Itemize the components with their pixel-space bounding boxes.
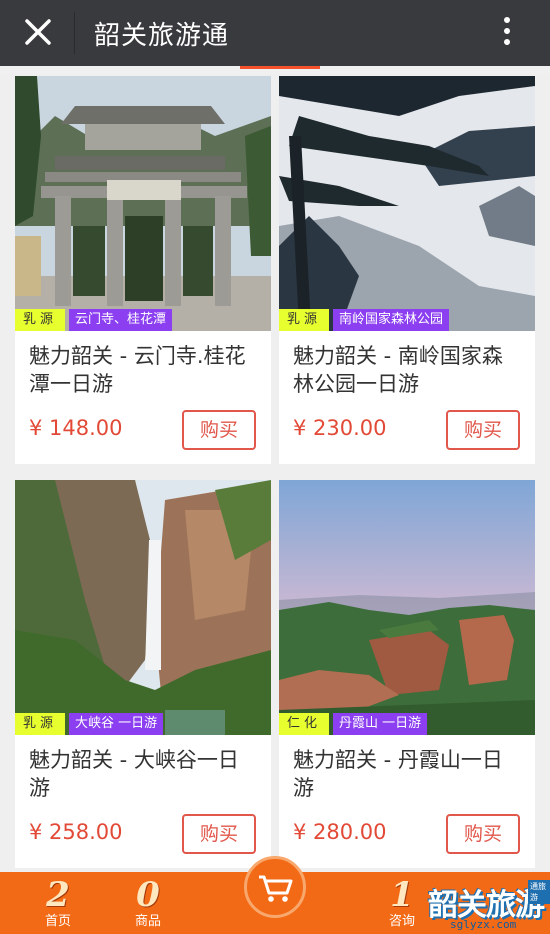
consult-icon: 1 bbox=[390, 875, 414, 915]
nav-products-label: 商品 bbox=[134, 914, 161, 929]
nav-consult[interactable]: 1 咨询 bbox=[372, 872, 432, 934]
product-photo-grand-canyon[interactable]: 乳源 大峡谷 一日游 bbox=[15, 480, 271, 735]
nav-consult-label: 咨询 bbox=[388, 914, 415, 929]
product-photo-danxia-mountain[interactable]: 仁化 丹霞山 一日游 bbox=[279, 480, 535, 735]
product-card[interactable]: 乳源 云门寺、桂花潭 魅力韶关 - 云门寺.桂花潭一日游 ¥ 148.00 购买 bbox=[15, 76, 271, 464]
region-tag: 乳源 bbox=[15, 309, 66, 331]
app-header: 韶关旅游通 bbox=[0, 0, 550, 66]
region-tag: 乳源 bbox=[15, 713, 66, 735]
product-name[interactable]: 魅力韶关 - 丹霞山一日游 bbox=[293, 746, 523, 802]
more-vertical-icon[interactable] bbox=[497, 14, 517, 52]
attraction-tag: 南岭国家森林公园 bbox=[333, 309, 450, 331]
attraction-tag: 云门寺、桂花潭 bbox=[69, 309, 173, 331]
product-card[interactable]: 乳源 南岭国家森林公园 魅力韶关 - 南岭国家森林公园一日游 ¥ 230.00 … bbox=[279, 76, 535, 464]
nav-home-label: 首页 bbox=[44, 914, 71, 929]
buy-button[interactable]: 购买 bbox=[446, 410, 520, 450]
buy-button[interactable]: 购买 bbox=[446, 814, 520, 854]
scroll-indicator bbox=[0, 66, 550, 74]
cart-icon bbox=[259, 875, 293, 902]
brand-logo: 韶关旅游 通旅游 sglyzx.com bbox=[428, 874, 550, 934]
header-divider bbox=[74, 12, 75, 54]
product-card[interactable]: 乳源 大峡谷 一日游 魅力韶关 - 大峡谷一日游 ¥ 258.00 购买 bbox=[15, 480, 271, 868]
product-photo-yunmen-temple[interactable]: 乳源 云门寺、桂花潭 bbox=[15, 76, 271, 331]
product-price: ¥ 230.00 bbox=[293, 416, 387, 440]
page-title: 韶关旅游通 bbox=[94, 21, 230, 51]
nav-products[interactable]: 0 商品 bbox=[118, 872, 178, 934]
region-tag: 仁化 bbox=[279, 713, 330, 735]
cart-button[interactable] bbox=[244, 856, 306, 918]
product-name[interactable]: 魅力韶关 - 南岭国家森林公园一日游 bbox=[293, 342, 523, 398]
product-price: ¥ 280.00 bbox=[293, 820, 387, 844]
product-name[interactable]: 魅力韶关 - 云门寺.桂花潭一日游 bbox=[29, 342, 259, 398]
product-price: ¥ 148.00 bbox=[29, 416, 123, 440]
product-photo-nanling-forest[interactable]: 乳源 南岭国家森林公园 bbox=[279, 76, 535, 331]
close-icon[interactable] bbox=[22, 16, 54, 48]
attraction-tag: 丹霞山 一日游 bbox=[333, 713, 428, 735]
product-name[interactable]: 魅力韶关 - 大峡谷一日游 bbox=[29, 746, 259, 802]
logo-url: sglyzx.com bbox=[450, 918, 517, 931]
product-card[interactable]: 仁化 丹霞山 一日游 魅力韶关 - 丹霞山一日游 ¥ 280.00 购买 bbox=[279, 480, 535, 868]
buy-button[interactable]: 购买 bbox=[182, 814, 256, 854]
attraction-tag: 大峡谷 一日游 bbox=[69, 713, 164, 735]
products-icon: 0 bbox=[136, 875, 160, 915]
product-price: ¥ 258.00 bbox=[29, 820, 123, 844]
home-icon: 2 bbox=[46, 875, 70, 915]
nav-home[interactable]: 2 首页 bbox=[28, 872, 88, 934]
buy-button[interactable]: 购买 bbox=[182, 410, 256, 450]
region-tag: 乳源 bbox=[279, 309, 330, 331]
logo-small-text: 通旅游 bbox=[528, 880, 550, 904]
